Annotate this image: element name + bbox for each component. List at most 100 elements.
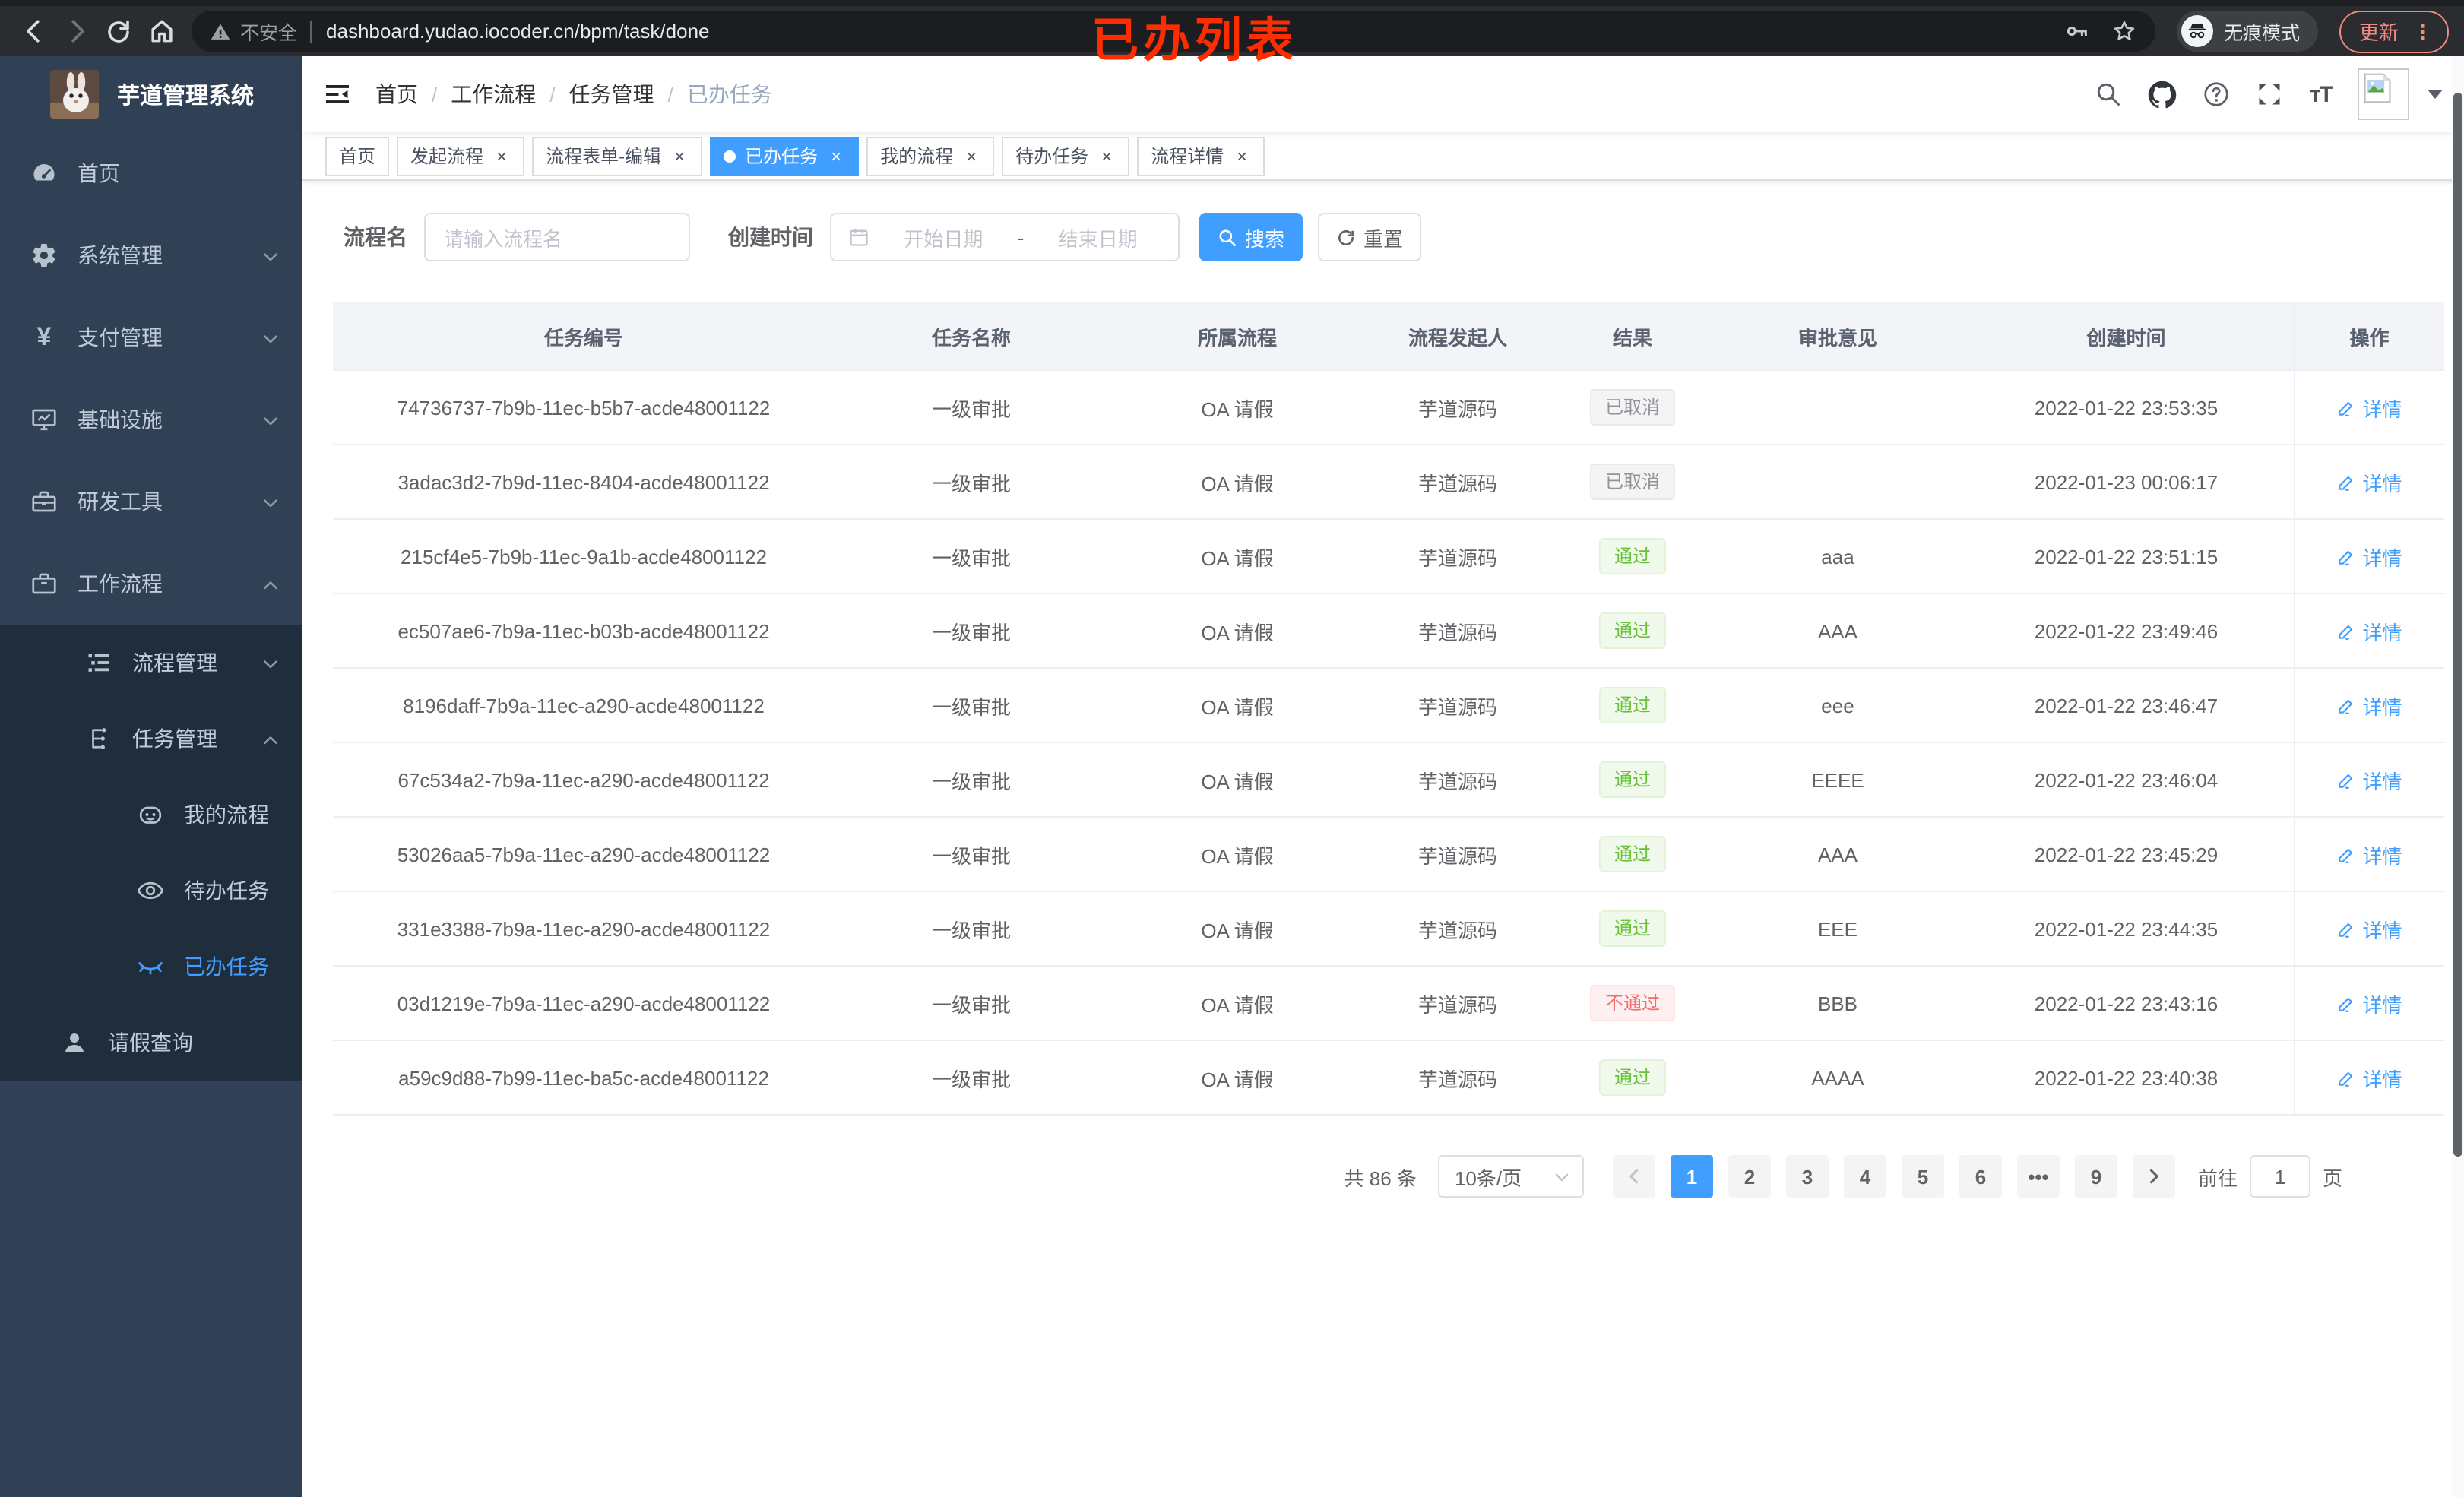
sidebar-item-leave-query[interactable]: 请假查询 [0,1005,302,1081]
help-icon[interactable] [2203,81,2231,108]
jump-page-input[interactable]: 1 [2249,1155,2310,1198]
detail-button[interactable]: 详情 [2336,989,2402,1018]
page-button-2[interactable]: 2 [1728,1155,1771,1198]
detail-button[interactable]: 详情 [2336,1063,2402,1092]
browser-reload-button[interactable] [100,13,137,49]
github-icon[interactable] [2149,80,2177,109]
close-tab-icon[interactable]: × [962,145,980,166]
robot-icon [137,801,164,828]
bookmark-star-icon[interactable] [2111,18,2137,44]
sidebar-item-payment[interactable]: ¥ 支付管理 [0,296,302,378]
breadcrumb-task-mgmt[interactable]: 任务管理 [569,79,654,109]
font-size-icon[interactable]: ᴛT [2310,81,2333,107]
app-logo[interactable]: 芋道管理系统 [0,56,302,132]
page-button-6[interactable]: 6 [1959,1155,2002,1198]
tab-流程表单-编辑[interactable]: 流程表单-编辑 × [532,136,703,176]
detail-button[interactable]: 详情 [2336,393,2402,422]
column-header-starter: 流程发起人 [1367,302,1549,371]
process-name-input[interactable]: 请输入流程名 [424,213,690,261]
sidebar-item-my-process[interactable]: 我的流程 [0,777,302,853]
page-button-9[interactable]: 9 [2074,1155,2117,1198]
cell-result: 已取消 [1549,370,1716,445]
cell-task-name: 一级审批 [835,593,1108,669]
detail-button[interactable]: 详情 [2336,691,2402,720]
tab-发起流程[interactable]: 发起流程 × [397,136,525,176]
logo-avatar [50,70,99,119]
sidebar-item-process-mgmt[interactable]: 流程管理 [0,625,302,701]
key-icon[interactable] [2064,18,2090,44]
page-button-3[interactable]: 3 [1785,1155,1829,1198]
edit-icon [2336,770,2356,790]
cell-result: 通过 [1549,742,1716,818]
cell-process: OA 请假 [1108,817,1367,892]
sidebar-item-done-tasks[interactable]: 已办任务 [0,929,302,1005]
sidebar-item-devtools[interactable]: 研发工具 [0,460,302,543]
sidebar-item-system[interactable]: 系统管理 [0,214,302,296]
cell-comment: AAA [1716,593,1959,669]
browser-forward-button[interactable] [58,13,94,49]
detail-button[interactable]: 详情 [2336,616,2402,645]
dashboard-icon [30,160,58,187]
search-button[interactable]: 搜索 [1199,213,1303,261]
date-range-input[interactable]: 开始日期 - 结束日期 [830,213,1180,261]
close-tab-icon[interactable]: × [1233,145,1251,166]
eye-icon [137,877,164,904]
process-name-label: 流程名 [344,225,407,249]
sidebar-item-label: 已办任务 [184,954,269,979]
chevron-right-icon [2149,1169,2158,1184]
close-tab-icon[interactable]: × [1097,145,1116,166]
detail-button[interactable]: 详情 [2336,542,2402,571]
tab-label: 已办任务 [745,146,819,167]
table-row: 74736737-7b9b-11ec-b5b7-acde48001122 一级审批… [333,370,2444,445]
cell-starter: 芋道源码 [1367,1040,1549,1116]
result-badge: 通过 [1598,1059,1666,1096]
cell-starter: 芋道源码 [1367,445,1549,520]
result-badge: 不通过 [1589,985,1675,1021]
cell-created: 2022-01-22 23:40:38 [1959,1040,2294,1116]
fullscreen-icon[interactable] [2257,81,2284,108]
cell-result: 通过 [1549,593,1716,669]
page-button-1[interactable]: 1 [1670,1155,1713,1198]
cell-process: OA 请假 [1108,445,1367,520]
breadcrumb-home[interactable]: 首页 [375,79,418,109]
scrollbar-thumb[interactable] [2453,93,2462,1157]
next-page-button[interactable] [2132,1155,2175,1198]
tab-我的流程[interactable]: 我的流程 × [866,136,995,176]
tab-已办任务[interactable]: 已办任务 × [710,136,860,176]
header-search-icon[interactable] [2095,81,2123,108]
collapse-sidebar-button[interactable] [302,56,372,132]
sidebar-item-workflow[interactable]: 工作流程 [0,543,302,625]
table-row: ec507ae6-7b9a-11ec-b03b-acde48001122 一级审批… [333,593,2444,669]
sidebar-item-todo-tasks[interactable]: 待办任务 [0,853,302,929]
page-button-4[interactable]: 4 [1843,1155,1886,1198]
page-size-select[interactable]: 10条/页 [1437,1155,1584,1198]
tab-首页[interactable]: 首页 [325,136,390,176]
reset-button[interactable]: 重置 [1318,213,1421,261]
tab-待办任务[interactable]: 待办任务 × [1002,136,1130,176]
sidebar-item-infra[interactable]: 基础设施 [0,378,302,460]
forward-icon [71,20,84,43]
browser-menu-icon[interactable]: ⋮ [2412,21,2434,42]
avatar-dropdown-caret[interactable] [2428,90,2443,99]
browser-update-button[interactable]: 更新 ⋮ [2339,10,2449,52]
cell-process: OA 请假 [1108,891,1367,967]
prev-page-button[interactable] [1612,1155,1655,1198]
detail-button[interactable]: 详情 [2336,765,2402,794]
page-scrollbar[interactable] [2452,56,2464,1497]
more-pages-button[interactable]: ••• [2016,1155,2060,1198]
detail-button[interactable]: 详情 [2336,467,2402,496]
sidebar-item-task-mgmt[interactable]: 任务管理 [0,701,302,777]
page-button-5[interactable]: 5 [1901,1155,1944,1198]
browser-home-button[interactable] [143,13,179,49]
top-navbar: 首页 / 工作流程 / 任务管理 / 已办任务 ᴛT [302,56,2464,132]
close-tab-icon[interactable]: × [492,145,511,166]
breadcrumb-workflow[interactable]: 工作流程 [451,79,536,109]
user-avatar[interactable] [2358,68,2409,120]
close-tab-icon[interactable]: × [827,145,845,166]
detail-button[interactable]: 详情 [2336,914,2402,943]
browser-back-button[interactable] [15,13,52,49]
detail-button[interactable]: 详情 [2336,840,2402,869]
tab-流程详情[interactable]: 流程详情 × [1137,136,1265,176]
close-tab-icon[interactable]: × [670,145,689,166]
sidebar-item-home[interactable]: 首页 [0,132,302,214]
